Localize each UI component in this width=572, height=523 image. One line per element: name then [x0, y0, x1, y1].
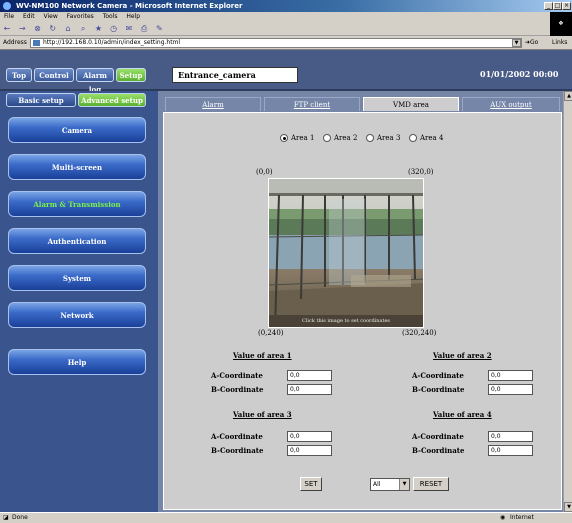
area-1-a-label: A-Coordinate — [211, 371, 263, 380]
print-icon[interactable]: ⎙ — [139, 24, 149, 34]
area-3-b-input[interactable]: 0,0 — [287, 445, 332, 456]
set-button[interactable]: SET — [300, 477, 322, 491]
radio-icon — [323, 134, 331, 142]
nav-multi-screen[interactable]: Multi-screen — [8, 154, 146, 180]
tab-basic-setup[interactable]: Basic setup — [6, 93, 76, 107]
minimize-button[interactable]: _ — [544, 2, 553, 10]
nav-system[interactable]: System — [8, 265, 146, 291]
corner-bottom-right: (320,240) — [402, 329, 437, 337]
go-button[interactable]: ➜Go — [525, 36, 538, 50]
area-3-title: Value of area 3 — [233, 410, 292, 419]
status-zone: Internet — [510, 514, 534, 521]
menu-help[interactable]: Help — [126, 13, 140, 20]
menu-tools[interactable]: Tools — [103, 13, 118, 20]
history-icon[interactable]: ◷ — [109, 24, 119, 34]
radio-area-2[interactable]: Area 2 — [323, 134, 357, 142]
refresh-icon[interactable]: ↻ — [48, 24, 58, 34]
datetime: 01/01/2002 00:00 — [480, 69, 559, 79]
nav-authentication[interactable]: Authentication — [8, 228, 146, 254]
favorites-icon[interactable]: ★ — [93, 24, 103, 34]
tab-control[interactable]: Control — [34, 68, 74, 82]
radio-icon — [409, 134, 417, 142]
close-button[interactable]: × — [562, 2, 571, 10]
area-1-b-input[interactable]: 0,0 — [287, 384, 332, 395]
status-icon: ◪ — [3, 514, 9, 521]
area-3-b-label: B-Coordinate — [211, 446, 264, 455]
tab-alarm[interactable]: Alarm — [165, 97, 261, 111]
edit-icon[interactable]: ✎ — [154, 24, 164, 34]
menu-edit[interactable]: Edit — [23, 13, 35, 20]
scroll-down-icon[interactable]: ▼ — [564, 502, 572, 512]
tab-alarm-log[interactable]: Alarm log — [76, 68, 114, 94]
area-2-title: Value of area 2 — [433, 351, 492, 360]
area-2-b-label: B-Coordinate — [412, 385, 465, 394]
forward-icon[interactable]: → — [17, 24, 27, 34]
area-4-b-input[interactable]: 0,0 — [488, 445, 533, 456]
ie-icon — [3, 2, 11, 10]
tab-aux-output[interactable]: AUX output — [462, 97, 560, 111]
image-caption: Click this image to set coordinates — [302, 318, 390, 324]
tab-setup[interactable]: Setup — [116, 68, 146, 82]
radio-area-4[interactable]: Area 4 — [409, 134, 443, 142]
stop-icon[interactable]: ⊗ — [32, 24, 42, 34]
back-icon[interactable]: ← — [2, 24, 12, 34]
reset-area-select[interactable]: All ▼ — [370, 478, 410, 491]
chevron-down-icon: ▼ — [399, 479, 409, 490]
nav-camera[interactable]: Camera — [8, 117, 146, 143]
links-button[interactable]: Links — [552, 36, 567, 50]
area-2-a-input[interactable]: 0,0 — [488, 370, 533, 381]
camera-scene-illustration — [269, 179, 423, 327]
camera-title: Entrance_camera — [172, 67, 298, 83]
reset-button[interactable]: RESET — [413, 477, 449, 491]
radio-icon — [366, 134, 374, 142]
mail-icon[interactable]: ✉ — [124, 24, 134, 34]
nav-alarm-transmission[interactable]: Alarm & Transmission — [8, 191, 146, 217]
address-label: Address — [3, 39, 27, 46]
internet-zone-icon: ◉ — [500, 514, 506, 521]
tab-vmd-area[interactable]: VMD area — [363, 97, 459, 111]
radio-area-1[interactable]: Area 1 — [280, 134, 314, 142]
area-1-a-input[interactable]: 0,0 — [287, 370, 332, 381]
status-text: Done — [12, 514, 28, 521]
status-bar: ◪ Done ◉ Internet — [0, 512, 572, 523]
home-icon[interactable]: ⌂ — [63, 24, 73, 34]
radio-area-3[interactable]: Area 3 — [366, 134, 400, 142]
address-bar: Address http://192.168.0.10/admin/index_… — [0, 36, 572, 50]
toolbar: ← → ⊗ ↻ ⌂ ⌕ ★ ◷ ✉ ⎙ ✎ — [0, 22, 572, 36]
search-icon[interactable]: ⌕ — [78, 24, 88, 34]
page-icon — [33, 40, 40, 46]
scrollbar[interactable]: ▲ ▼ — [563, 91, 572, 512]
area-3-a-label: A-Coordinate — [211, 432, 263, 441]
menu-bar: File Edit View Favorites Tools Help — [0, 12, 572, 22]
area-4-b-label: B-Coordinate — [412, 446, 465, 455]
area-2-b-input[interactable]: 0,0 — [488, 384, 533, 395]
area-1-b-label: B-Coordinate — [211, 385, 264, 394]
nav-network[interactable]: Network — [8, 302, 146, 328]
nav-help[interactable]: Help — [8, 349, 146, 375]
area-4-title: Value of area 4 — [433, 410, 492, 419]
menu-favorites[interactable]: Favorites — [67, 13, 94, 20]
tab-advanced-setup[interactable]: Advanced setup — [78, 93, 146, 107]
area-2-a-label: A-Coordinate — [412, 371, 464, 380]
area-4-a-input[interactable]: 0,0 — [488, 431, 533, 442]
window-title-bar: WV-NM100 Network Camera - Microsoft Inte… — [0, 0, 572, 12]
area-4-a-label: A-Coordinate — [412, 432, 464, 441]
windows-logo-icon: ❖ — [550, 12, 572, 36]
area-3-a-input[interactable]: 0,0 — [287, 431, 332, 442]
tab-ftp-client[interactable]: FTP client — [264, 97, 360, 111]
address-dropdown-icon[interactable]: ▼ — [512, 39, 521, 47]
maximize-button[interactable]: □ — [553, 2, 562, 10]
radio-selected-icon — [280, 134, 288, 142]
camera-image[interactable] — [268, 178, 424, 328]
corner-top-right: (320,0) — [408, 168, 434, 176]
tab-top[interactable]: Top — [6, 68, 32, 82]
corner-top-left: (0,0) — [256, 168, 273, 176]
menu-file[interactable]: File — [4, 13, 14, 20]
menu-view[interactable]: View — [44, 13, 58, 20]
scroll-up-icon[interactable]: ▲ — [564, 91, 572, 101]
address-input[interactable]: http://192.168.0.10/admin/index_setting.… — [30, 38, 522, 48]
area-1-title: Value of area 1 — [233, 351, 292, 360]
corner-bottom-left: (0,240) — [258, 329, 284, 337]
window-title: WV-NM100 Network Camera - Microsoft Inte… — [16, 2, 243, 10]
